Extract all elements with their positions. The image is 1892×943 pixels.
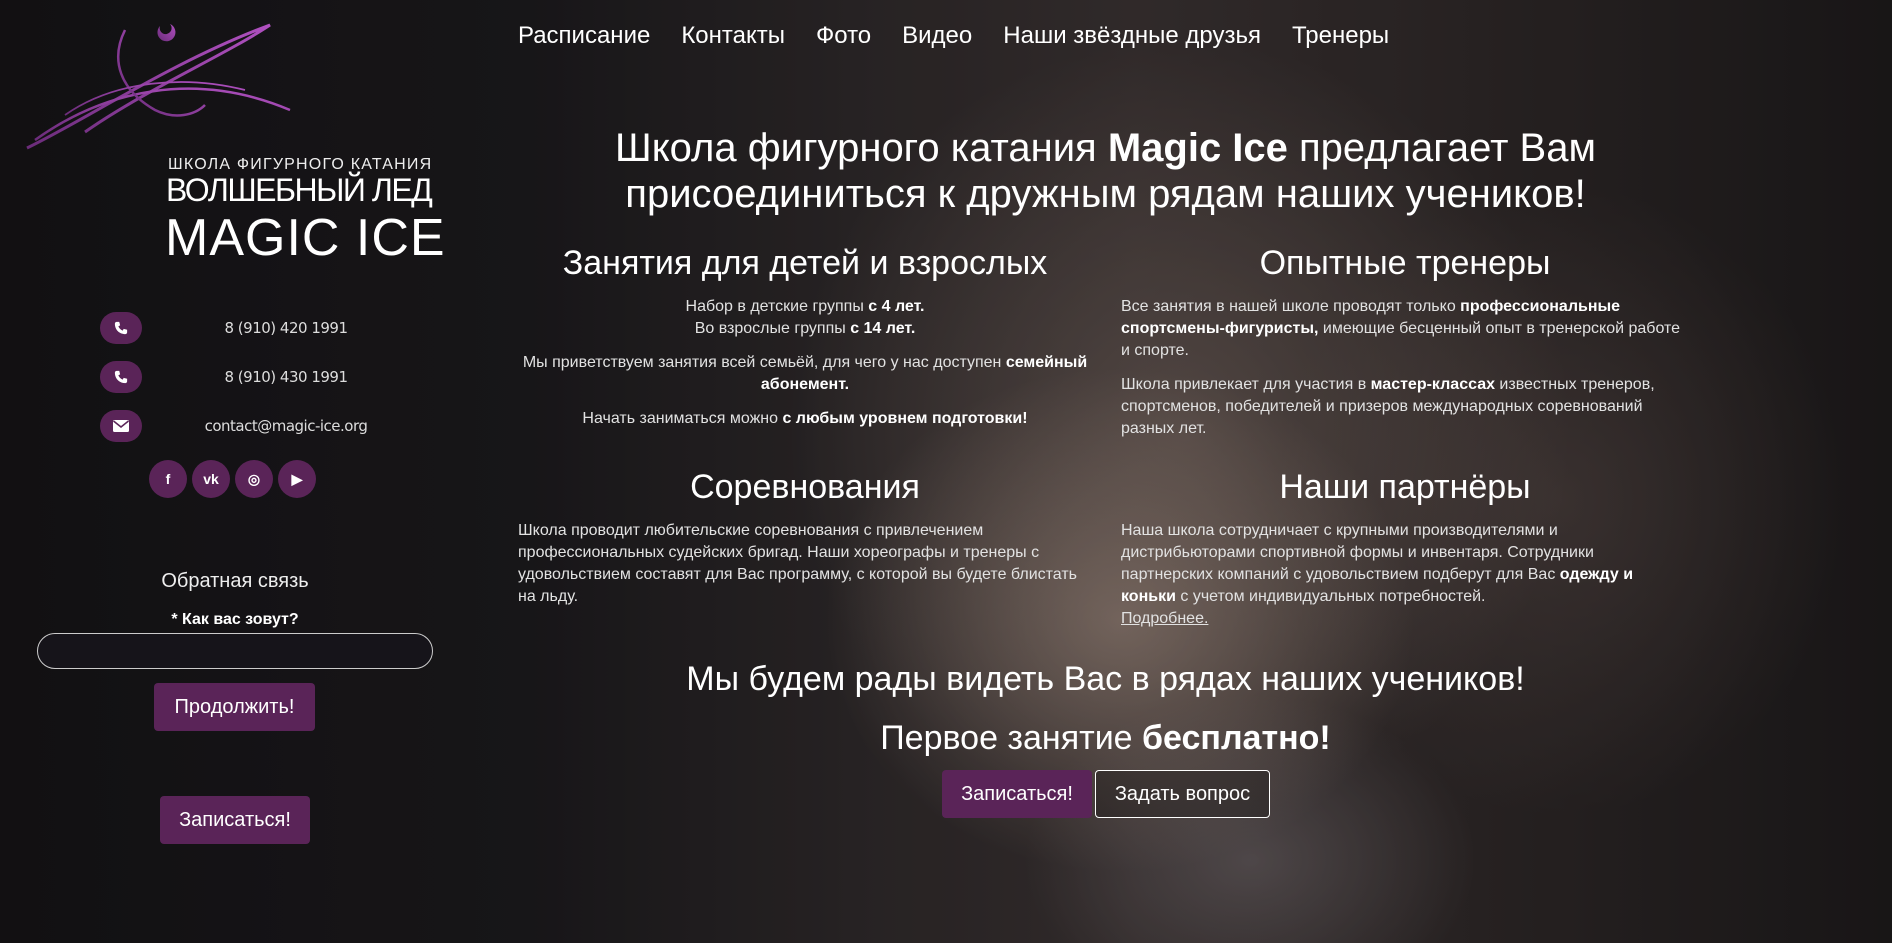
partners-title: Наши партнёры [1279,468,1531,506]
page-headline: Школа фигурного катания Magic Ice предла… [520,125,1691,217]
phone-number: 8 (910) 420 1991 [224,319,349,337]
contact-email[interactable]: contact@magic-ice.org [100,410,430,442]
classes-text: Набор в детские группы с 4 лет. Во взросл… [522,298,1088,427]
name-input[interactable] [37,633,433,669]
continue-button[interactable]: Продолжить! [154,683,315,731]
nav-photo[interactable]: Фото [816,22,871,50]
competitions-text: Школа проводит любительские соревнования… [518,522,1077,605]
ask-question-button[interactable]: Задать вопрос [1095,770,1270,818]
envelope-icon [100,410,142,442]
classes-title: Занятия для детей и взрослых [562,244,1048,282]
headline-pre: Школа фигурного катания [615,126,1108,170]
headline-brand: Magic Ice [1107,126,1288,170]
youtube-icon[interactable]: ▶ [278,460,316,498]
nav-schedule[interactable]: Расписание [518,22,650,50]
coaches-text: Все занятия в нашей школе проводят тольк… [1121,298,1681,437]
coaches-title: Опытные тренеры [1259,244,1551,282]
skater-swoosh-icon [26,23,291,150]
instagram-icon[interactable]: ◎ [235,460,273,498]
contact-phone-2[interactable]: 8 (910) 430 1991 [100,361,430,393]
partners-text: Наша школа сотрудничает с крупными произ… [1121,522,1634,627]
feedback-title: Обратная связь [161,570,309,592]
facebook-icon[interactable]: f [149,460,187,498]
signup-button[interactable]: Записаться! [942,770,1092,818]
invite-text: Мы будем рады видеть Вас в рядах наших у… [686,660,1525,698]
social-links: f vk ◎ ▶ [149,460,316,498]
logo[interactable]: ШКОЛА ФИГУРНОГО КАТАНИЯ ВОЛШЕБНЫЙ ЛЕД MA… [25,20,455,264]
phone-icon [100,361,142,393]
name-label: * Как вас зовут? [171,611,299,628]
logo-name-ru: ВОЛШЕБНЫЙ ЛЕД [166,172,433,208]
vk-icon[interactable]: vk [192,460,230,498]
free-lesson-text: Первое занятие бесплатно! [880,719,1331,757]
more-link[interactable]: Подробнее. [1121,610,1208,627]
email-address: contact@magic-ice.org [204,417,368,435]
nav-star-friends[interactable]: Наши звёздные друзья [1003,22,1261,50]
nav-video[interactable]: Видео [902,22,972,50]
contact-phone-1[interactable]: 8 (910) 420 1991 [100,312,430,344]
nav-coaches[interactable]: Тренеры [1292,22,1389,50]
phone-number: 8 (910) 430 1991 [224,368,349,386]
phone-icon [100,312,142,344]
main-nav: Расписание Контакты Фото Видео Наши звёз… [518,22,1389,50]
sidebar: ШКОЛА ФИГУРНОГО КАТАНИЯ ВОЛШЕБНЫЙ ЛЕД MA… [0,0,470,943]
competitions-title: Соревнования [690,468,920,506]
sidebar-signup-button[interactable]: Записаться! [160,796,310,844]
nav-contacts[interactable]: Контакты [681,22,785,50]
logo-name-en: MAGIC ICE [165,209,446,267]
